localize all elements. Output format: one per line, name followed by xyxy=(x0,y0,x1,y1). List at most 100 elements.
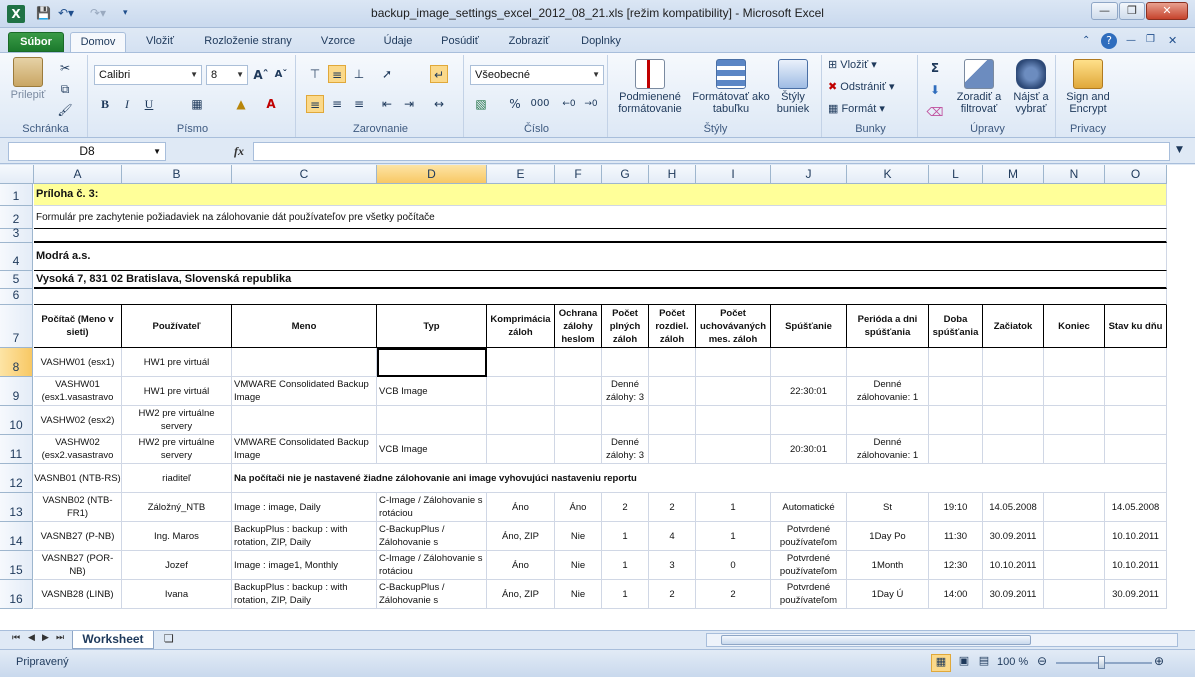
format-as-table-button[interactable]: Formátovať ako tabuľku xyxy=(692,59,770,115)
row-header-5[interactable]: 5 xyxy=(0,271,33,289)
row-header-16[interactable]: 16 xyxy=(0,580,33,609)
header-cell-k[interactable]: Perióda a dni spúšťania xyxy=(847,305,929,348)
cell-a4[interactable]: Modrá a.s. xyxy=(34,243,1167,271)
decrease-indent-icon[interactable]: ⇤ xyxy=(378,95,396,113)
cell-m13[interactable]: 14.05.2008 xyxy=(983,493,1044,522)
cell-k8[interactable] xyxy=(847,348,929,377)
row-header-15[interactable]: 15 xyxy=(0,551,33,580)
cell-n14[interactable] xyxy=(1044,522,1105,551)
tab-formulas[interactable]: Vzorce xyxy=(310,32,366,52)
tab-file[interactable]: Súbor xyxy=(8,32,64,52)
sheet-tab-worksheet[interactable]: Worksheet xyxy=(72,631,154,649)
header-cell-d[interactable]: Typ xyxy=(377,305,487,348)
close-button[interactable]: ✕ xyxy=(1146,2,1188,20)
cell-d14[interactable]: C-BackupPlus / Zálohovanie s xyxy=(377,522,487,551)
cut-icon[interactable]: ✂ xyxy=(56,59,74,77)
cell-g9[interactable]: Denné zálohy: 3 xyxy=(602,377,649,406)
column-header-n[interactable]: N xyxy=(1044,165,1105,184)
cell-b9[interactable]: HW1 pre virtuál xyxy=(122,377,232,406)
zoom-slider-thumb[interactable] xyxy=(1098,656,1105,669)
cell-h10[interactable] xyxy=(649,406,696,435)
tab-page-layout[interactable]: Rozloženie strany xyxy=(193,32,303,52)
cell-j8[interactable] xyxy=(771,348,847,377)
cell-m9[interactable] xyxy=(983,377,1044,406)
cell-a5[interactable]: Vysoká 7, 831 02 Bratislava, Slovenská r… xyxy=(34,271,1167,289)
cell-a12[interactable]: VASNB01 (NTB-RS) xyxy=(34,464,122,493)
insert-sheet-icon[interactable]: ❏ xyxy=(164,632,174,645)
cell-j9[interactable]: 22:30:01 xyxy=(771,377,847,406)
cell-c10[interactable] xyxy=(232,406,377,435)
cell-d16[interactable]: C-BackupPlus / Zálohovanie s xyxy=(377,580,487,609)
row-header-6[interactable]: 6 xyxy=(0,288,33,305)
row-header-10[interactable]: 10 xyxy=(0,406,33,435)
tab-view[interactable]: Zobraziť xyxy=(498,32,560,52)
column-header-o[interactable]: O xyxy=(1105,165,1167,184)
worksheet-grid[interactable]: A B C D E F G H I J K L M N O 1 2 3 4 5 6 7 8 9 10 11 12 13 14 15 16 Pr… xyxy=(0,165,1195,630)
cell-l16[interactable]: 14:00 xyxy=(929,580,983,609)
align-center-icon[interactable]: ≡ xyxy=(328,95,346,113)
cell-row-3[interactable] xyxy=(34,229,1167,243)
underline-button[interactable]: U xyxy=(140,95,158,113)
row-header-7[interactable]: 7 xyxy=(0,305,33,348)
cell-g10[interactable] xyxy=(602,406,649,435)
cell-m16[interactable]: 30.09.2011 xyxy=(983,580,1044,609)
row-header-11[interactable]: 11 xyxy=(0,435,33,464)
align-right-icon[interactable]: ≡ xyxy=(350,95,368,113)
cell-o13[interactable]: 14.05.2008 xyxy=(1105,493,1167,522)
formula-input[interactable] xyxy=(253,142,1170,161)
cell-n15[interactable] xyxy=(1044,551,1105,580)
cell-j15[interactable]: Potvrdené používateľom xyxy=(771,551,847,580)
zoom-level[interactable]: 100 % xyxy=(997,656,1028,668)
row-header-1[interactable]: 1 xyxy=(0,184,33,206)
cell-i9[interactable] xyxy=(696,377,771,406)
help-icon[interactable]: ? xyxy=(1101,33,1117,49)
cell-d8[interactable] xyxy=(377,348,487,377)
cell-a13[interactable]: VASNB02 (NTB-FR1) xyxy=(34,493,122,522)
column-header-g[interactable]: G xyxy=(602,165,649,184)
cell-l9[interactable] xyxy=(929,377,983,406)
header-cell-i[interactable]: Počet uchovávaných mes. záloh xyxy=(696,305,771,348)
cell-i8[interactable] xyxy=(696,348,771,377)
column-header-j[interactable]: J xyxy=(771,165,847,184)
page-break-view-icon[interactable]: ▤ xyxy=(975,654,993,672)
ribbon-collapse-icon[interactable]: ⌃ xyxy=(1082,35,1090,46)
cell-l13[interactable]: 19:10 xyxy=(929,493,983,522)
tab-insert[interactable]: Vložiť xyxy=(136,32,184,52)
cell-c12[interactable]: Na počítači nie je nastavené žiadne zálo… xyxy=(232,464,1167,493)
sort-filter-button[interactable]: Zoradiť a filtrovať xyxy=(952,59,1006,115)
delete-cells-button[interactable]: ✖ Odstrániť ▾ xyxy=(828,81,895,93)
cell-e9[interactable] xyxy=(487,377,555,406)
cell-o10[interactable] xyxy=(1105,406,1167,435)
last-sheet-icon[interactable]: ⏭ xyxy=(56,633,64,643)
column-header-m[interactable]: M xyxy=(983,165,1044,184)
align-bottom-icon[interactable]: ⊥ xyxy=(350,65,368,83)
cell-k15[interactable]: 1Month xyxy=(847,551,929,580)
decrease-decimal-icon[interactable]: →0 xyxy=(582,95,600,113)
cell-l11[interactable] xyxy=(929,435,983,464)
align-left-icon[interactable]: ≡ xyxy=(306,95,324,113)
header-cell-m[interactable]: Začiatok xyxy=(983,305,1044,348)
doc-restore-icon[interactable]: ❐ xyxy=(1146,34,1155,45)
cell-k13[interactable]: St xyxy=(847,493,929,522)
cell-j13[interactable]: Automatické xyxy=(771,493,847,522)
cell-d10[interactable] xyxy=(377,406,487,435)
row-header-14[interactable]: 14 xyxy=(0,522,33,551)
header-cell-f[interactable]: Ochrana zálohy heslom xyxy=(555,305,602,348)
zoom-out-icon[interactable]: ⊖ xyxy=(1037,654,1047,668)
row-header-8[interactable]: 8 xyxy=(0,348,33,377)
cell-h9[interactable] xyxy=(649,377,696,406)
horizontal-scrollbar[interactable] xyxy=(706,633,1178,647)
cell-a15[interactable]: VASNB27 (POR-NB) xyxy=(34,551,122,580)
cell-a9[interactable]: VASHW01 (esx1.vasastravo xyxy=(34,377,122,406)
cell-c13[interactable]: Image : image, Daily xyxy=(232,493,377,522)
header-cell-a[interactable]: Počítač (Meno v sieti) xyxy=(34,305,122,348)
cell-o11[interactable] xyxy=(1105,435,1167,464)
cell-l10[interactable] xyxy=(929,406,983,435)
format-painter-icon[interactable]: 🖌 xyxy=(56,101,74,119)
header-cell-o[interactable]: Stav ku dňu xyxy=(1105,305,1167,348)
cell-a2[interactable]: Formulár pre zachytenie požiadaviek na z… xyxy=(34,206,1167,229)
cell-a10[interactable]: VASHW02 (esx2) xyxy=(34,406,122,435)
increase-decimal-icon[interactable]: ←0 xyxy=(560,95,578,113)
cell-a16[interactable]: VASNB28 (LINB) xyxy=(34,580,122,609)
cell-b13[interactable]: Záložný_NTB xyxy=(122,493,232,522)
